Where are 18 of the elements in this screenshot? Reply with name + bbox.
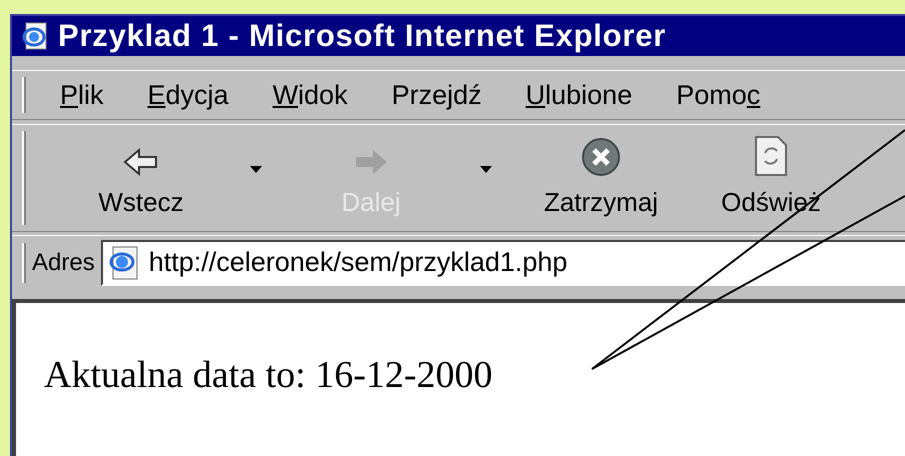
address-field[interactable]: http://celeronek/sem/przyklad1.php xyxy=(100,240,905,286)
menu-item[interactable]: Plik xyxy=(60,74,104,116)
stop-icon xyxy=(581,136,621,176)
menu-item[interactable]: Ulubione xyxy=(526,74,632,116)
date-text: Aktualna data to: 16-12-2000 xyxy=(44,354,493,396)
menu-item[interactable]: Edycja xyxy=(148,74,229,116)
menu-item[interactable]: Przejdź xyxy=(392,74,482,116)
toolbar-button[interactable]: Wstecz xyxy=(56,146,226,222)
url-text: http://celeronek/sem/przyklad1.php xyxy=(148,246,568,280)
menu-item[interactable]: Pomoc xyxy=(676,74,760,116)
refresh-icon xyxy=(754,134,788,176)
toolbar-button[interactable]: Zatrzymaj xyxy=(516,136,686,222)
address-label: Adres xyxy=(32,248,95,278)
caret-icon xyxy=(480,166,492,172)
caret-icon xyxy=(250,166,262,172)
menu-item[interactable]: Widok xyxy=(272,74,348,116)
left-arrow-icon xyxy=(123,146,159,176)
window-title: Przyklad 1 - Microsoft Internet Explorer xyxy=(58,16,666,55)
